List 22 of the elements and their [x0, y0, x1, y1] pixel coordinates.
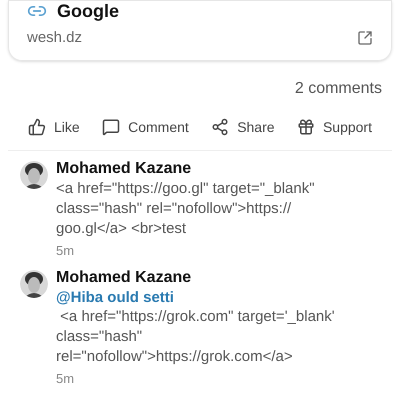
- thumbs-up-icon: [28, 118, 46, 136]
- external-link-icon[interactable]: [357, 30, 373, 46]
- link-card[interactable]: Google wesh.dz: [8, 0, 392, 60]
- action-button[interactable]: Like: [28, 116, 80, 138]
- mention-link[interactable]: @Hiba ould setti: [56, 288, 346, 307]
- link-title: Google: [57, 1, 119, 21]
- comment-text: <a href="https://grok.com" target='_blank' class="hash" rel="nofollow">https://grok.com</a>: [56, 307, 336, 367]
- author-name[interactable]: Mohamed Kazane: [56, 268, 346, 288]
- link-domain: wesh.dz: [27, 28, 82, 48]
- action-button[interactable]: Share: [211, 116, 275, 138]
- comment-text: <a href="https://goo.gl" target="_blank" class="hash" rel="nofollow">https:// goo.gl</a> <br>test: [56, 178, 316, 238]
- gift-icon: [296, 118, 315, 136]
- speech-bubble-icon: [102, 118, 120, 136]
- author-name[interactable]: Mohamed Kazane: [56, 158, 346, 178]
- action-button[interactable]: Support: [296, 116, 372, 138]
- comment-count[interactable]: 2 comments: [294, 76, 382, 100]
- comment-time: 5m: [56, 242, 76, 260]
- share-icon: [211, 118, 230, 136]
- avatar: [20, 270, 48, 298]
- avatar: [20, 160, 48, 188]
- action-button[interactable]: Comment: [102, 116, 189, 138]
- comment-time: 5m: [56, 370, 76, 388]
